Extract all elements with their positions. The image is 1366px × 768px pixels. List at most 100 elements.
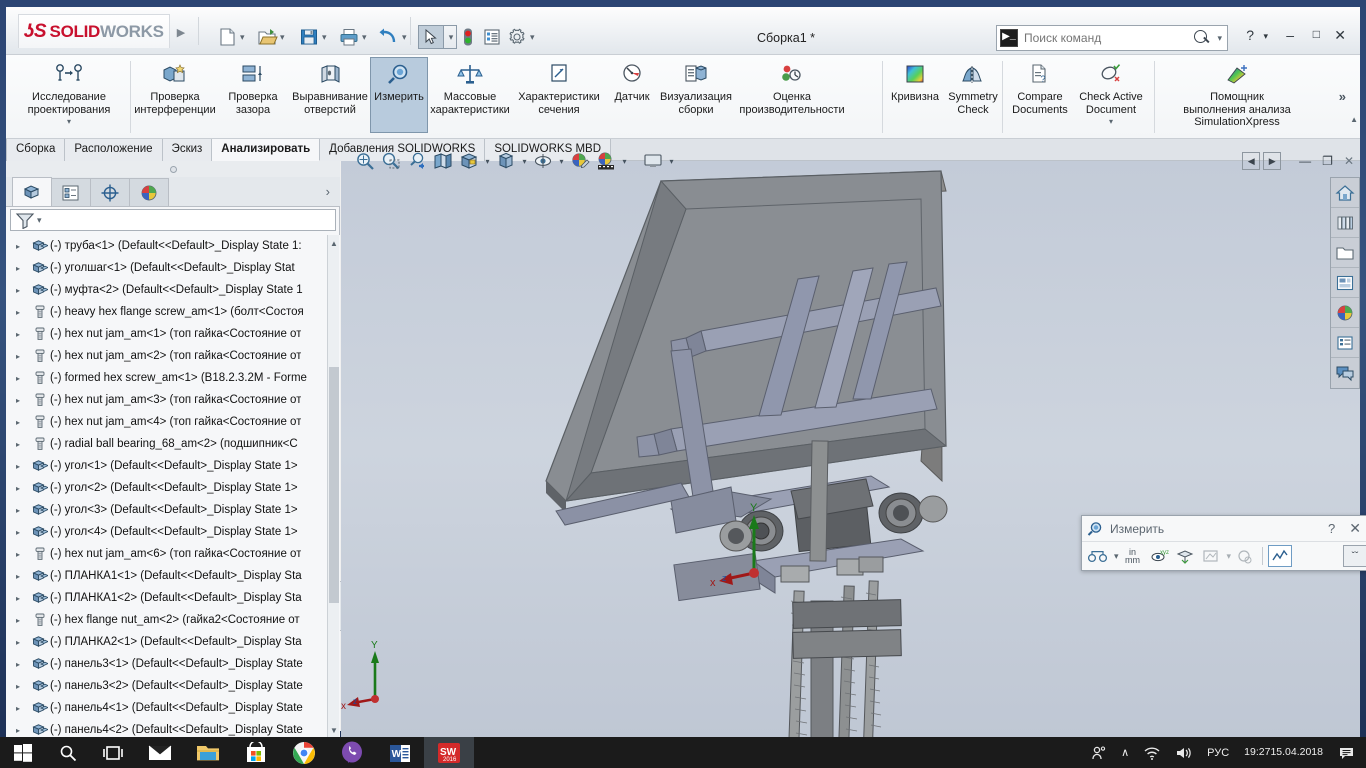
arc-condition-caret-icon[interactable]: ▾ [1114,551,1119,562]
task-view-button[interactable] [90,737,136,768]
ribbon-section-properties-button[interactable]: Характеристики сечения [512,57,606,116]
hide-show-items-button[interactable] [530,148,556,174]
close-button[interactable]: ✕ [1334,27,1346,44]
save-button[interactable]: ▾ [298,24,327,50]
feature-filter-bar[interactable]: ▾ [10,209,336,231]
tree-item[interactable]: ▸ (-) угол<4> (Default<<Default>_Display … [6,521,340,543]
tree-scroll-up-icon[interactable]: ▲ [330,239,338,248]
ribbon-clearance-verification-button[interactable]: Проверка зазора [216,57,290,116]
ribbon-simulationxpress-button[interactable]: Помощник выполнения анализа SimulationXp… [1158,57,1316,129]
new-document-caret-icon[interactable]: ▾ [240,32,245,43]
search-caret-icon[interactable]: ▾ [1217,33,1222,44]
units-precision-button[interactable]: in mm [1121,545,1145,567]
design-study-caret-icon[interactable]: ▾ [67,117,71,126]
graphics-viewport[interactable]: Y x z Y x z Активація Windows Перейдіть … [341,161,1360,739]
solidworks-resources-button[interactable] [1331,178,1359,208]
people-icon[interactable] [1084,737,1114,768]
tree-item[interactable]: ▸ (-) панель3<1> (Default<<Default>_Displ… [6,653,340,675]
word-button[interactable]: W [376,737,424,768]
select-button[interactable]: ▾ [418,24,457,50]
pin-dot-icon[interactable] [169,165,177,173]
measure-expand-button[interactable]: ˇˇ [1343,545,1366,567]
tree-item[interactable]: ▸ (-) formed hex screw_am<1> (B18.2.3.2M … [6,367,340,389]
new-document-button[interactable]: ▾ [216,24,245,50]
ribbon-assembly-visualization-button[interactable]: Визуализация сборки [658,57,734,116]
tab-evaluate[interactable]: Анализировать [212,139,321,161]
feature-tree[interactable]: ▸ (-) труба<1> (Default<<Default>_Display… [6,235,340,739]
settings-caret-icon[interactable]: ▾ [530,32,535,43]
previous-document-button[interactable]: ◀ [1242,152,1261,170]
show-xyz-measurements-button[interactable]: xyz [1147,545,1171,567]
apply-scene-button[interactable] [593,148,619,174]
tree-expander-icon[interactable]: ▸ [16,704,30,713]
microsoft-store-button[interactable] [232,737,280,768]
display-manager-tab[interactable] [129,178,169,206]
tree-item[interactable]: ▸ (-) угол<1> (Default<<Default>_Display … [6,455,340,477]
ribbon-performance-evaluation-button[interactable]: Оценка производительности [734,57,850,116]
tree-item[interactable]: ▸ (-) hex flange nut_am<2> (гайка2<Состоя… [6,609,340,631]
configuration-manager-tab[interactable] [90,178,130,206]
view-settings-button[interactable] [640,148,666,174]
tree-item[interactable]: ▸ (-) труба<1> (Default<<Default>_Display… [6,235,340,257]
tree-expander-icon[interactable]: ▸ [16,440,30,449]
feature-tree-scrollbar[interactable]: ▲ ▼ [327,235,339,739]
rebuild-button[interactable] [458,24,478,50]
language-indicator[interactable]: РУС [1200,737,1236,768]
document-restore-button[interactable]: ❐ [1318,154,1337,168]
tab-assembly[interactable]: Сборка [6,139,66,161]
tree-expander-icon[interactable]: ▸ [16,528,30,537]
tree-expander-icon[interactable]: ▸ [16,396,30,405]
xyz-chart-button[interactable] [1268,545,1293,567]
viber-button[interactable] [328,737,376,768]
ribbon-mass-properties-button[interactable]: Массовые характеристики [428,57,512,116]
view-palette-button[interactable] [1331,268,1359,298]
tree-expander-icon[interactable]: ▸ [16,286,30,295]
tree-expander-icon[interactable]: ▸ [16,638,30,647]
tree-item[interactable]: ▸ (-) radial ball bearing_68_am<2> (подши… [6,433,340,455]
ribbon-sensor-button[interactable]: Датчик [606,57,658,104]
property-manager-tab[interactable] [51,178,91,206]
help-caret-icon[interactable]: ▾ [1263,31,1268,42]
tree-expander-icon[interactable]: ▸ [16,242,30,251]
next-document-button[interactable]: ▶ [1263,152,1282,170]
tree-expander-icon[interactable]: ▸ [16,594,30,603]
tree-expander-icon[interactable]: ▸ [16,308,30,317]
tree-expander-icon[interactable]: ▸ [16,506,30,515]
ribbon-check-active-document-button[interactable]: Check Active Document ▾ [1074,57,1148,126]
ribbon-compare-documents-button[interactable]: ? Compare Documents [1006,57,1074,116]
arc-condition-button[interactable] [1086,545,1110,567]
tree-item[interactable]: ▸ (-) hex nut jam_am<4> (топ гайка<Состоя… [6,411,340,433]
tree-expander-icon[interactable]: ▸ [16,264,30,273]
tree-expander-icon[interactable]: ▸ [16,660,30,669]
tree-expander-icon[interactable]: ▸ [16,418,30,427]
tree-item[interactable]: ▸ (-) hex nut jam_am<1> (топ гайка<Состоя… [6,323,340,345]
solidworks-taskbar-button[interactable]: SW 2016 [424,737,474,768]
tree-expander-icon[interactable]: ▸ [16,682,30,691]
measure-dialog-titlebar[interactable]: Измерить ? ✕ [1082,516,1366,542]
start-button[interactable] [0,737,46,768]
measurement-history-caret-icon[interactable]: ▾ [1227,551,1232,562]
chrome-button[interactable] [280,737,328,768]
tree-expander-icon[interactable]: ▸ [16,484,30,493]
view-orientation-caret-icon[interactable]: ▾ [482,157,493,166]
solidworks-forum-button[interactable] [1331,358,1359,388]
display-style-caret-icon[interactable]: ▾ [519,157,530,166]
section-view-button[interactable] [430,148,456,174]
ribbon-overflow-chevron-icon[interactable]: » [1339,89,1346,104]
tree-item[interactable]: ▸ (-) hex nut jam_am<3> (топ гайка<Состоя… [6,389,340,411]
feature-manager-tab[interactable] [12,177,52,206]
solidworks-logo[interactable]: ʖS SOLIDWORKS [18,14,170,48]
hide-show-caret-icon[interactable]: ▾ [556,157,567,166]
select-caret-icon[interactable]: ▾ [444,25,457,49]
show-hidden-icons-button[interactable]: ∧ [1114,737,1136,768]
tree-expander-icon[interactable]: ▸ [16,726,30,735]
minimize-button[interactable]: – [1286,27,1294,43]
tree-expander-icon[interactable]: ▸ [16,572,30,581]
search-input[interactable] [1018,31,1192,45]
tree-item[interactable]: ▸ (-) ПЛАНКА1<2> (Default<<Default>_Displ… [6,587,340,609]
notification-icon[interactable] [1331,737,1366,768]
file-explorer-button[interactable] [1331,238,1359,268]
options-list-button[interactable] [482,24,502,50]
tree-expander-icon[interactable]: ▸ [16,330,30,339]
tree-expander-icon[interactable]: ▸ [16,462,30,471]
